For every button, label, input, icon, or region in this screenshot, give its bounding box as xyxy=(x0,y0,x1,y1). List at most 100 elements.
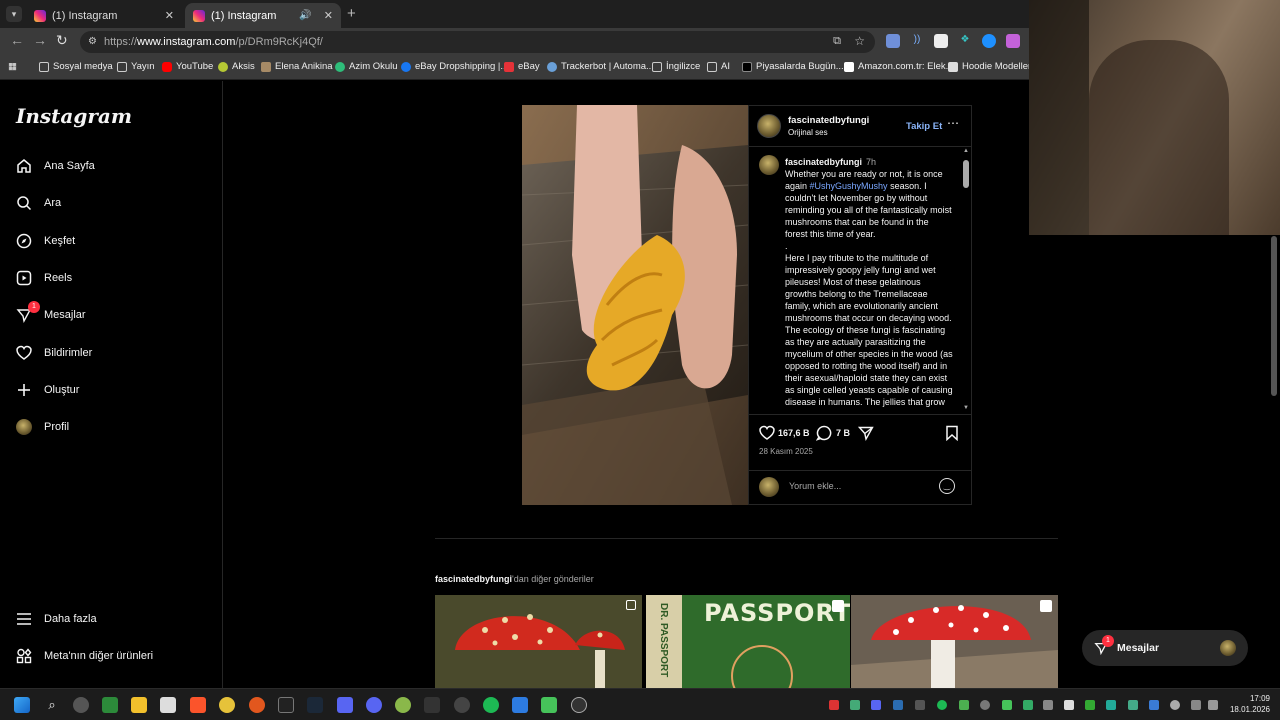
store-icon[interactable] xyxy=(160,697,176,713)
nav-create[interactable]: Oluştur xyxy=(16,382,79,398)
close-tab-icon[interactable]: ✕ xyxy=(324,9,333,22)
start-icon[interactable] xyxy=(14,697,30,713)
hashtag-link[interactable]: #UshyGushyMushy xyxy=(810,181,888,191)
nav-search[interactable]: Ara xyxy=(16,195,61,211)
save-icon[interactable] xyxy=(945,425,959,446)
tray-icon[interactable] xyxy=(1128,700,1138,710)
bookmark-folder[interactable]: AI xyxy=(707,61,730,72)
tray-icon[interactable] xyxy=(915,700,925,710)
more-post-thumbnail[interactable]: DR. PASSPORT PASSPORT xyxy=(646,595,850,688)
bookmark-link[interactable]: Hoodie Modelleri | xyxy=(948,61,1038,72)
nav-home[interactable]: Ana Sayfa xyxy=(16,158,95,174)
file-explorer-icon[interactable] xyxy=(131,697,147,713)
bookmark-link[interactable]: eBay Dropshipping |... xyxy=(401,61,508,72)
more-options-icon[interactable]: ⋯ xyxy=(947,116,959,130)
app-icon[interactable] xyxy=(249,697,265,713)
tray-icon[interactable] xyxy=(1064,700,1074,710)
app-icon[interactable] xyxy=(454,697,470,713)
tray-icon[interactable] xyxy=(980,700,990,710)
close-tab-icon[interactable]: ✕ xyxy=(165,9,174,22)
obs-icon[interactable] xyxy=(571,697,587,713)
extension-icon[interactable] xyxy=(934,34,948,48)
bookmark-link[interactable]: Azim Okulu xyxy=(335,61,398,72)
bookmark-folder[interactable]: Sosyal medya xyxy=(39,61,113,72)
bookmark-link[interactable]: Amazon.com.tr: Elek... xyxy=(844,61,954,72)
more-post-thumbnail[interactable] xyxy=(435,595,642,688)
like-count[interactable]: 167,6 B xyxy=(778,428,810,438)
avatar[interactable] xyxy=(759,155,779,175)
app-icon[interactable] xyxy=(395,697,411,713)
nav-profile[interactable]: Profil xyxy=(16,419,69,435)
tray-icon[interactable] xyxy=(937,700,947,710)
audio-playing-icon[interactable]: 🔊 xyxy=(299,10,311,21)
bookmark-link[interactable]: Trackerbot | Automa... xyxy=(547,61,654,72)
more-post-thumbnail[interactable] xyxy=(851,595,1058,688)
app-icon[interactable] xyxy=(541,697,557,713)
caption-scrollbar[interactable]: ▲ ▼ xyxy=(962,148,970,414)
microphone-icon[interactable] xyxy=(1170,700,1180,710)
bookmark-star-icon[interactable]: ☆ xyxy=(854,34,865,48)
translate-extension-icon[interactable] xyxy=(886,34,900,48)
new-tab-button[interactable]: + xyxy=(347,5,356,22)
reload-icon[interactable]: ↻ xyxy=(56,32,68,49)
nav-more[interactable]: Daha fazla xyxy=(16,611,97,627)
more-posts-user[interactable]: fascinatedbyfungi xyxy=(435,574,512,584)
install-app-icon[interactable]: ⧉ xyxy=(833,35,841,48)
epic-games-icon[interactable] xyxy=(278,697,294,713)
profile-extension-icon[interactable] xyxy=(1006,34,1020,48)
site-info-icon[interactable]: ⚙ xyxy=(88,36,97,47)
tray-icon[interactable] xyxy=(893,700,903,710)
nav-reels[interactable]: Reels xyxy=(16,270,72,286)
app-icon[interactable] xyxy=(337,697,353,713)
tray-icon[interactable] xyxy=(1085,700,1095,710)
follow-button[interactable]: Takip Et xyxy=(906,121,942,132)
scroll-up-icon[interactable]: ▲ xyxy=(963,148,969,154)
xbox-icon[interactable] xyxy=(102,697,118,713)
back-icon[interactable]: ← xyxy=(10,32,24,48)
bookmark-link[interactable]: Aksis xyxy=(218,61,255,72)
app-icon[interactable] xyxy=(73,697,89,713)
tray-icon[interactable] xyxy=(1002,700,1012,710)
page-scrollbar[interactable] xyxy=(1271,236,1277,396)
extension-icon[interactable]: ❖ xyxy=(958,34,972,48)
tray-icon[interactable] xyxy=(1043,700,1053,710)
tray-icon[interactable] xyxy=(1106,700,1116,710)
discord-icon[interactable] xyxy=(366,697,382,713)
tray-icon[interactable] xyxy=(829,700,839,710)
share-icon[interactable] xyxy=(857,425,874,446)
instagram-logo[interactable]: Instagram xyxy=(16,104,132,128)
comment-count[interactable]: 7 B xyxy=(836,428,850,438)
brave-icon[interactable] xyxy=(190,697,206,713)
tray-icon[interactable] xyxy=(871,700,881,710)
tray-icon[interactable] xyxy=(1023,700,1033,710)
post-video[interactable] xyxy=(522,105,748,505)
nav-messages[interactable]: 1 Mesajlar xyxy=(16,301,86,323)
audio-extension-icon[interactable]: )) xyxy=(910,34,924,48)
avatar[interactable] xyxy=(757,114,781,138)
system-clock[interactable]: 17:09 18.01.2026 xyxy=(1230,693,1270,715)
emoji-icon[interactable]: ‿ xyxy=(939,478,955,494)
audio-label[interactable]: Orijinal ses xyxy=(788,128,828,137)
bookmark-link[interactable]: YouTube xyxy=(162,61,213,72)
app-icon[interactable] xyxy=(512,697,528,713)
caption-username[interactable]: fascinatedbyfungi xyxy=(785,157,862,167)
steam-icon[interactable] xyxy=(307,697,323,713)
bookmark-link[interactable]: eBay xyxy=(504,61,540,72)
post-username[interactable]: fascinatedbyfungi xyxy=(788,115,869,126)
nav-meta-products[interactable]: Meta'nın diğer ürünleri xyxy=(16,648,153,664)
forward-icon[interactable]: → xyxy=(33,32,47,48)
bookmark-link[interactable]: Piyasalarda Bugün... xyxy=(742,61,844,72)
messages-pill[interactable]: 1 Mesajlar xyxy=(1082,630,1248,666)
tray-icon[interactable] xyxy=(1149,700,1159,710)
bookmark-link[interactable]: Elena Anikina xyxy=(261,61,333,72)
app-icon[interactable] xyxy=(424,697,440,713)
tray-icon[interactable] xyxy=(959,700,969,710)
nav-explore[interactable]: Keşfet xyxy=(16,233,75,249)
scroll-down-icon[interactable]: ▼ xyxy=(963,405,969,411)
bookmark-folder[interactable]: Yayın xyxy=(117,61,155,72)
comment-icon[interactable] xyxy=(815,425,832,446)
browser-tab[interactable]: (1) Instagram ✕ xyxy=(26,3,182,28)
tray-icon[interactable] xyxy=(850,700,860,710)
nav-notifications[interactable]: Bildirimler xyxy=(16,345,92,361)
address-bar[interactable]: ⚙ https://www.instagram.com/p/DRm9RcKj4Q… xyxy=(80,31,875,53)
